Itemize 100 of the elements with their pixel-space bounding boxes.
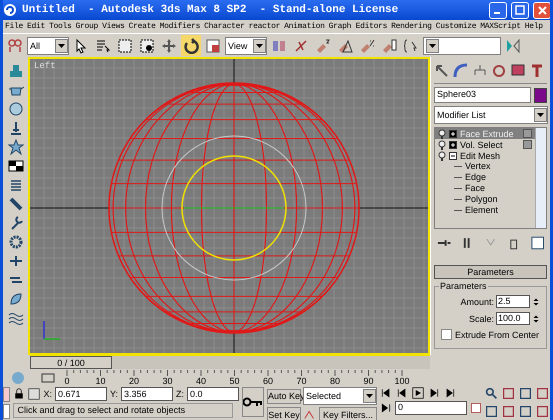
axis-tripod-icon	[43, 321, 60, 340]
amount-field[interactable]: 2.5	[496, 295, 530, 308]
menu-item[interactable]: Help	[524, 22, 543, 31]
menu-item[interactable]: Customize	[436, 22, 476, 31]
close-icon	[538, 6, 546, 14]
bulb-icon[interactable]	[438, 140, 446, 150]
key-filters-button[interactable]: Key Filters...	[319, 407, 377, 420]
current-frame-field[interactable]: 0	[395, 401, 467, 415]
group-title: Parameters	[439, 281, 488, 291]
y-field[interactable]: 3.356	[121, 387, 173, 401]
key-button[interactable]	[242, 387, 264, 417]
dropdown[interactable]	[423, 36, 501, 54]
modifier-stack-item[interactable]: Vol. Select	[435, 139, 535, 150]
spinner-snap-icon	[381, 38, 397, 54]
z-field[interactable]: 0.0	[187, 387, 239, 401]
maxscript-listener-field[interactable]	[3, 387, 10, 402]
modifier-stack-item[interactable]: Edit Mesh	[435, 150, 535, 161]
menu-item[interactable]: Group	[76, 22, 98, 31]
collapse-icon[interactable]	[449, 152, 457, 160]
selection-square-icon	[28, 388, 40, 400]
star-figure-icon	[8, 139, 24, 155]
expand-icon[interactable]	[449, 130, 457, 138]
x-field[interactable]: 0.671	[54, 387, 107, 401]
dropdown[interactable]: All	[27, 36, 69, 54]
menu-item[interactable]: Modifiers	[160, 22, 200, 31]
move-cross-icon	[161, 38, 177, 54]
rainbow-arc-icon	[453, 63, 469, 79]
dropdown-arrow-icon	[537, 113, 544, 117]
circle-motion-tab[interactable]	[491, 63, 507, 79]
percent-snap-icon	[359, 38, 375, 54]
braces-cursor-icon	[403, 38, 419, 54]
list-cursor-icon	[95, 38, 111, 54]
menu-item[interactable]: Edit	[27, 22, 46, 31]
maxscript-output-field[interactable]	[3, 404, 10, 419]
menu-item[interactable]: Rendering	[391, 22, 432, 31]
close-button[interactable]	[533, 2, 550, 18]
key-mode-icon	[380, 402, 392, 414]
previous-frame-icon	[396, 387, 408, 399]
tube-icon	[8, 196, 24, 212]
scrollbar[interactable]	[535, 128, 546, 228]
scale-square-icon	[205, 38, 221, 54]
time-slider-track[interactable]: 0 / 100	[30, 355, 430, 369]
window-title: Untitled - Autodesk 3ds Max 8 SP2 - Stand-alone License	[22, 4, 400, 16]
checkbox[interactable]	[441, 329, 452, 340]
set-key-button[interactable]: Set Key	[267, 407, 301, 420]
menu-item[interactable]: Graph Editors	[328, 22, 388, 31]
cubes-icon	[8, 63, 24, 79]
menu-item[interactable]: Create	[128, 22, 156, 31]
menu-item[interactable]: Animation	[284, 22, 325, 31]
expand-icon[interactable]	[449, 140, 457, 148]
hammer-tab[interactable]	[529, 63, 545, 79]
dashed-rectangle-icon	[117, 38, 133, 54]
object-name-field[interactable]: Sphere03	[434, 87, 531, 103]
play-icon	[412, 387, 424, 399]
next-frame-icon	[428, 387, 440, 399]
bulb-icon[interactable]	[438, 128, 446, 138]
leaf-icon	[8, 291, 24, 307]
create-arrow-tab[interactable]	[434, 63, 450, 79]
rainbow-arc-tab[interactable]	[453, 63, 469, 79]
key-icon	[243, 397, 263, 407]
menu-item[interactable]: Character	[204, 22, 245, 31]
dropdown[interactable]: View	[225, 36, 267, 54]
rotate-arrow-tool-button[interactable]	[181, 35, 201, 56]
lock-icon	[13, 388, 26, 400]
menu-item[interactable]: Views	[102, 22, 125, 31]
dropdown-arrow-icon	[366, 394, 373, 398]
key-mode-dropdown[interactable]: Selected	[303, 387, 377, 405]
time-slider-thumb[interactable]: 0 / 100	[30, 356, 112, 369]
scale-label: Scale:	[468, 314, 494, 324]
minimize-button[interactable]	[489, 2, 507, 18]
hammer-icon	[529, 63, 545, 79]
rotate-arrow-icon	[183, 38, 199, 54]
menu-item[interactable]: reactor	[248, 22, 280, 31]
gear-icon	[8, 234, 24, 250]
menu-item[interactable]: MAXScript	[480, 22, 521, 31]
go-start-icon	[380, 387, 392, 399]
checkbox-label: Extrude From Center	[455, 330, 540, 340]
mirror-icon	[505, 38, 521, 54]
amount-label: Amount:	[460, 296, 494, 306]
scale-field[interactable]: 100.0	[496, 312, 530, 325]
menu-item[interactable]: File	[5, 22, 24, 31]
toggle-square-icon[interactable]	[523, 140, 532, 149]
track-ruler[interactable]: 0 10 20 30 40 50 60 70 80 90 100	[63, 370, 433, 385]
checker-icon	[8, 158, 24, 174]
zoom-icon	[485, 387, 498, 400]
bulb-icon[interactable]	[438, 150, 446, 160]
sphere-icon	[8, 101, 24, 117]
spinner-arrows-icon	[532, 314, 540, 322]
object-color-swatch[interactable]	[534, 88, 547, 102]
status-prompt: Click and drag to select and rotate objects	[13, 403, 234, 418]
listener-icon	[10, 370, 26, 386]
dropdown-arrow-icon	[429, 44, 436, 48]
rotate-gizmo-drawing[interactable]	[162, 136, 306, 280]
modifier-list-dropdown[interactable]: Modifier List	[434, 106, 548, 124]
maximize-button[interactable]	[511, 2, 529, 18]
rollout-header[interactable]: Parameters	[434, 265, 547, 279]
menu-item[interactable]: Tools	[49, 22, 72, 31]
z-label: Z:	[176, 389, 184, 399]
dropdown-arrow-icon	[256, 44, 263, 48]
toggle-square-icon[interactable]	[523, 129, 532, 138]
